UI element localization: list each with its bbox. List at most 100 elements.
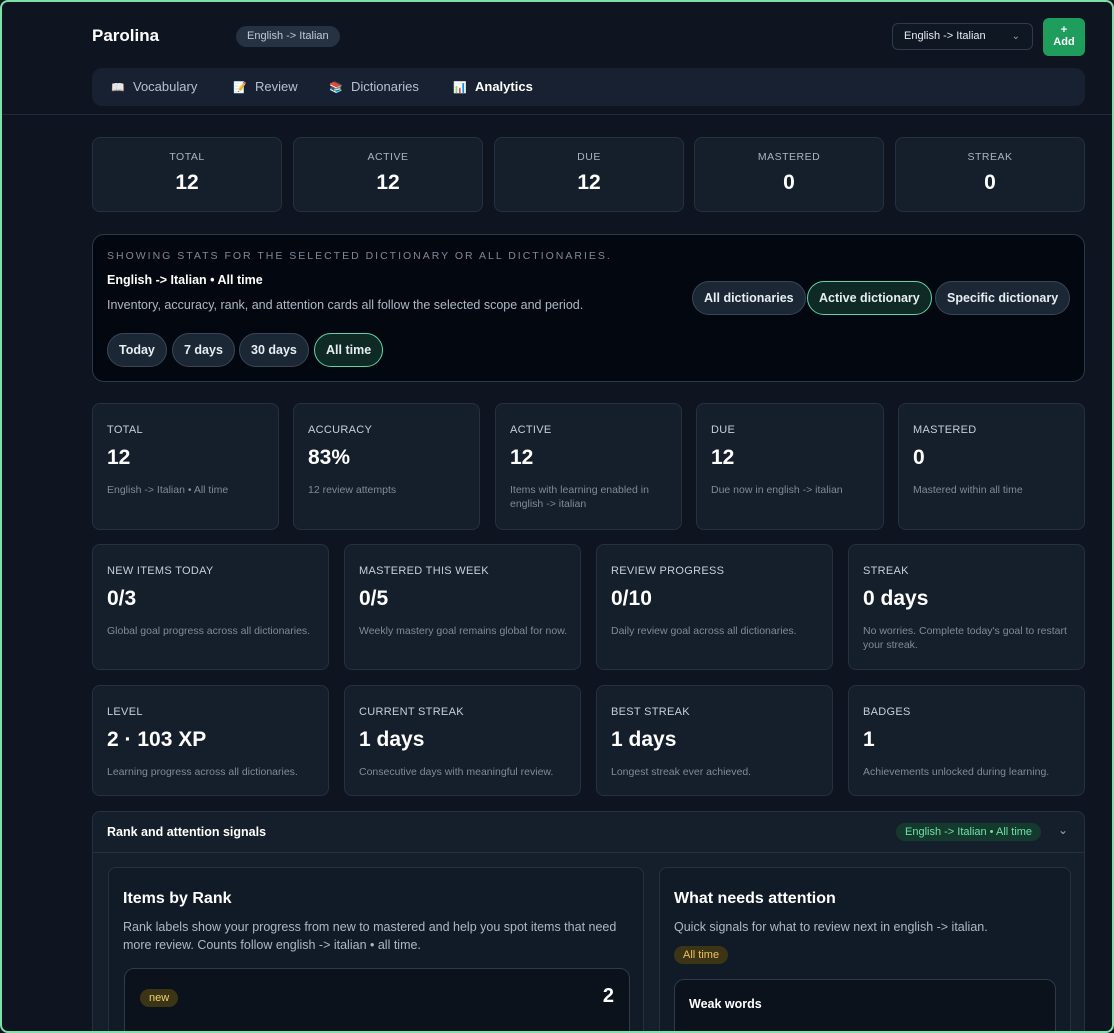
metric-value: 12 <box>510 446 534 469</box>
metric-due-card: DUE 12 Due now in english -> italian <box>696 403 884 530</box>
current-streak-card: CURRENT STREAK 1 days Consecutive days w… <box>344 685 581 796</box>
goal-subtext: No worries. Complete today's goal to res… <box>863 625 1067 651</box>
stat-label: TOTAL <box>169 151 205 163</box>
what-needs-attention-panel: What needs attention Quick signals for w… <box>659 867 1071 1031</box>
weak-words-card[interactable]: Weak words <box>674 979 1056 1031</box>
header-divider <box>2 114 1112 115</box>
goal-value: 0 days <box>863 587 929 610</box>
nav-item-vocabulary[interactable]: 📖 Vocabulary <box>111 68 197 106</box>
rank-count: 2 <box>602 985 614 1007</box>
card-label: LEVEL <box>107 706 143 718</box>
metric-subtext: Items with learning enabled in english -… <box>510 484 649 510</box>
section-heading[interactable]: Rank and attention signals <box>107 825 266 839</box>
add-button-label: Add <box>1053 36 1075 48</box>
rank-attention-section: Rank and attention signals English -> It… <box>92 811 1085 1031</box>
metric-label: TOTAL <box>107 424 143 436</box>
app-title: Parolina <box>92 26 160 45</box>
stat-value: 0 <box>783 171 795 194</box>
nav-item-label: Analytics <box>475 79 533 94</box>
period-30-days-button[interactable]: 30 days <box>239 333 309 367</box>
metric-subtext: English -> Italian • All time <box>107 484 229 496</box>
goal-review-progress-card: REVIEW PROGRESS 0/10 Daily review goal a… <box>596 544 833 670</box>
add-button[interactable]: + Add <box>1043 18 1085 56</box>
metric-subtext: Mastered within all time <box>913 484 1023 496</box>
rank-badge: new <box>140 989 179 1007</box>
language-pair-select[interactable]: English -> Italian ⌄ <box>892 23 1033 50</box>
stat-value: 12 <box>175 171 199 194</box>
period-all-time-button[interactable]: All time <box>314 333 384 367</box>
app-window: Parolina English -> Italian English -> I… <box>0 0 1114 1033</box>
note-icon: 📝 <box>233 82 247 94</box>
level-card: LEVEL 2 · 103 XP Learning progress acros… <box>92 685 329 796</box>
metric-value: 12 <box>711 446 735 469</box>
card-value: 1 days <box>611 728 677 751</box>
all-dictionaries-button[interactable]: All dictionaries <box>692 281 806 315</box>
goal-value: 0/5 <box>359 587 389 610</box>
stat-label: STREAK <box>967 151 1013 163</box>
goal-streak-card: STREAK 0 days No worries. Complete today… <box>848 544 1085 670</box>
stat-value: 12 <box>376 171 400 194</box>
card-subtext: Longest streak ever achieved. <box>611 766 752 778</box>
goal-subtext: Global goal progress across all dictiona… <box>107 625 311 637</box>
attention-card-title: Weak words <box>689 997 762 1011</box>
nav-item-label: Dictionaries <box>351 79 419 94</box>
summary-mastered-card: MASTERED 0 <box>694 137 884 212</box>
items-by-rank-panel: Items by Rank Rank labels show your prog… <box>108 867 644 1031</box>
specific-dictionary-button[interactable]: Specific dictionary <box>935 281 1071 315</box>
bar-chart-icon: 📊 <box>453 82 467 94</box>
nav-item-analytics[interactable]: 📊 Analytics <box>453 68 533 106</box>
metric-subtext: 12 review attempts <box>308 484 397 496</box>
metric-subtext: Due now in english -> italian <box>711 484 843 496</box>
metric-value: 12 <box>107 446 131 469</box>
goal-label: STREAK <box>863 565 909 577</box>
nav-item-label: Review <box>255 79 298 94</box>
goal-label: MASTERED THIS WEEK <box>359 565 489 577</box>
goal-subtext: Weekly mastery goal remains global for n… <box>359 625 568 637</box>
metric-accuracy-card: ACCURACY 83% 12 review attempts <box>293 403 480 530</box>
stat-value: 12 <box>577 171 601 194</box>
metric-mastered-card: MASTERED 0 Mastered within all time <box>898 403 1085 530</box>
rank-card-new[interactable]: new 2 <box>124 968 630 1031</box>
metric-label: DUE <box>711 424 736 436</box>
period-badge: All time <box>674 946 729 964</box>
scope-description: Inventory, accuracy, rank, and attention… <box>107 298 584 312</box>
summary-total-card: TOTAL 12 <box>92 137 282 212</box>
books-icon: 📚 <box>329 82 343 94</box>
metric-total-card: TOTAL 12 English -> Italian • All time <box>92 403 279 530</box>
card-label: CURRENT STREAK <box>359 706 464 718</box>
language-pair-badge: English -> Italian <box>236 26 340 47</box>
goal-label: NEW ITEMS TODAY <box>107 565 214 577</box>
card-label: BEST STREAK <box>611 706 690 718</box>
metric-label: ACTIVE <box>510 424 552 436</box>
plus-icon: + <box>1060 24 1068 36</box>
badges-card: BADGES 1 Achievements unlocked during le… <box>848 685 1085 796</box>
panel-title: Items by Rank <box>123 890 232 907</box>
period-today-button[interactable]: Today <box>107 333 167 367</box>
card-subtext: Achievements unlocked during learning. <box>863 766 1050 778</box>
main-nav: 📖 Vocabulary 📝 Review 📚 Dictionaries 📊 Analy… <box>92 68 1085 106</box>
panel-description: Quick signals for what to review next in… <box>674 920 988 934</box>
scope-tag: English -> Italian • All time <box>896 823 1042 841</box>
section-divider <box>93 852 1084 853</box>
metric-value: 0 <box>913 446 925 469</box>
nav-item-dictionaries[interactable]: 📚 Dictionaries <box>329 68 419 106</box>
metric-active-card: ACTIVE 12 Items with learning enabled in… <box>495 403 682 530</box>
card-value: 1 <box>863 728 875 751</box>
card-value: 2 · 103 XP <box>107 728 207 751</box>
goal-value: 0/10 <box>611 587 652 610</box>
card-label: BADGES <box>863 706 911 718</box>
stat-label: DUE <box>577 151 601 163</box>
card-value: 1 days <box>359 728 425 751</box>
nav-item-review[interactable]: 📝 Review <box>233 68 298 106</box>
nav-item-label: Vocabulary <box>133 79 198 94</box>
active-dictionary-button[interactable]: Active dictionary <box>807 281 932 315</box>
goal-new-items-card: NEW ITEMS TODAY 0/3 Global goal progress… <box>92 544 329 670</box>
chevron-down-icon[interactable]: ⌄ <box>1058 823 1068 837</box>
card-subtext: Learning progress across all dictionarie… <box>107 766 298 778</box>
stat-label: MASTERED <box>757 151 821 163</box>
summary-active-card: ACTIVE 12 <box>293 137 483 212</box>
chevron-down-icon: ⌄ <box>1011 31 1020 42</box>
period-7-days-button[interactable]: 7 days <box>172 333 235 367</box>
summary-due-card: DUE 12 <box>494 137 684 212</box>
metric-label: MASTERED <box>913 424 977 436</box>
